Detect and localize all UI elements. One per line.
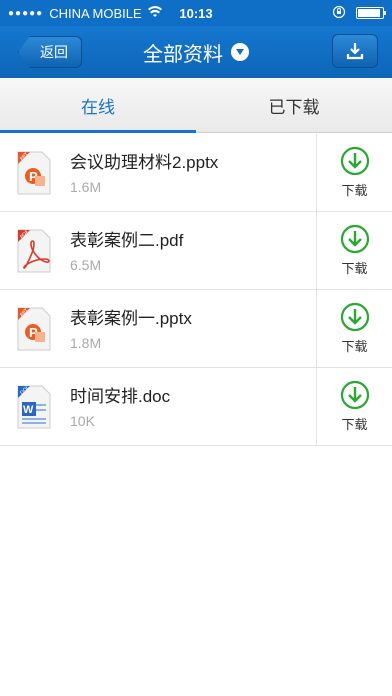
download-button[interactable]: 下载 xyxy=(316,212,392,289)
clock: 10:13 xyxy=(179,5,213,21)
file-name: 会议助理材料2.pptx xyxy=(70,153,219,172)
doc-file-icon: DOC W xyxy=(17,384,51,429)
file-list: PPT P 会议助理材料2.pptx 1.6M 下载 PDF 表彰案例二.pdf… xyxy=(0,134,392,446)
svg-text:W: W xyxy=(23,404,34,416)
file-size: 6.5M xyxy=(70,257,102,273)
battery-icon xyxy=(356,7,386,19)
tab-downloaded[interactable]: 已下载 xyxy=(196,78,392,132)
tab-bar: 在线 已下载 xyxy=(0,78,392,133)
file-size: 10K xyxy=(70,413,95,429)
list-item[interactable]: DOC W 时间安排.doc 10K 下载 xyxy=(0,368,392,446)
download-label: 下载 xyxy=(341,261,368,276)
list-item[interactable]: PDF 表彰案例二.pdf 6.5M 下载 xyxy=(0,212,392,290)
download-circle-icon xyxy=(340,380,369,410)
page-title-dropdown[interactable]: 全部资料 xyxy=(143,38,249,67)
download-button[interactable]: 下载 xyxy=(316,134,392,211)
pdf-file-icon: PDF xyxy=(17,229,51,273)
download-label: 下载 xyxy=(341,417,368,432)
list-item[interactable]: PPT P 表彰案例一.pptx 1.8M 下载 xyxy=(0,290,392,368)
file-name: 时间安排.doc xyxy=(70,387,171,406)
download-circle-icon xyxy=(340,146,369,176)
file-info: 表彰案例一.pptx 1.8M xyxy=(70,304,192,351)
file-size: 1.6M xyxy=(70,179,102,195)
download-button[interactable]: 下载 xyxy=(316,290,392,367)
download-tray-icon xyxy=(346,43,364,60)
chevron-down-icon xyxy=(231,43,249,61)
file-name: 表彰案例二.pdf xyxy=(70,231,184,250)
file-name: 表彰案例一.pptx xyxy=(70,309,192,328)
tab-online[interactable]: 在线 xyxy=(0,78,196,133)
download-label: 下载 xyxy=(341,183,368,198)
file-info: 会议助理材料2.pptx 1.6M xyxy=(70,148,218,195)
file-info: 表彰案例二.pdf 6.5M xyxy=(70,226,183,273)
file-size: 1.8M xyxy=(70,335,102,351)
file-info: 时间安排.doc 10K xyxy=(70,382,170,429)
status-bar: ●●●●● CHINA MOBILE 10:13 xyxy=(0,0,392,26)
download-circle-icon xyxy=(340,302,369,332)
pptx-file-icon: PPT P xyxy=(17,151,51,195)
download-button[interactable]: 下载 xyxy=(316,368,392,445)
back-button[interactable]: 返回 xyxy=(18,36,82,68)
download-label: 下载 xyxy=(341,339,368,354)
list-item[interactable]: PPT P 会议助理材料2.pptx 1.6M 下载 xyxy=(0,134,392,212)
page-title: 全部资料 xyxy=(143,43,223,66)
pptx-file-icon: PPT P xyxy=(17,307,51,351)
downloads-button[interactable] xyxy=(332,34,378,68)
download-circle-icon xyxy=(340,224,369,254)
nav-bar: 返回 全部资料 xyxy=(0,26,392,78)
